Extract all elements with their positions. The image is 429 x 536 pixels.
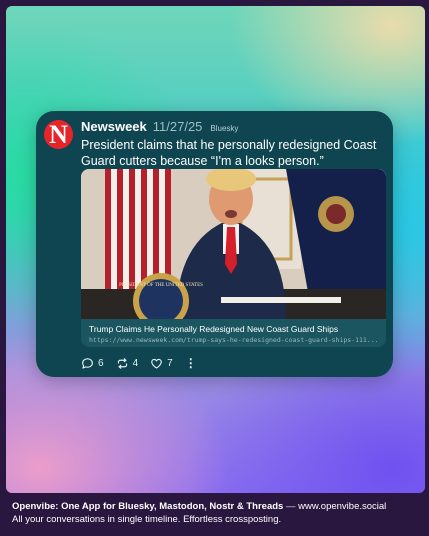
reply-count: 6 xyxy=(98,357,104,369)
like-count: 7 xyxy=(167,357,173,369)
link-url[interactable]: https://www.newsweek.com/trump-says-he-r… xyxy=(89,336,381,344)
footer-brand: Openvibe: One App for Bluesky, Mastodon,… xyxy=(12,501,284,512)
link-preview-card[interactable]: PRESIDENT OF THE UNITED STATES Trump Cla… xyxy=(81,169,386,347)
link-title[interactable]: Trump Claims He Personally Redesigned Ne… xyxy=(89,324,381,334)
footer-tagline: All your conversations in single timelin… xyxy=(12,514,282,525)
post-actions: 6 4 7 ⋮ xyxy=(81,355,197,371)
seal-text: PRESIDENT OF THE UNITED STATES xyxy=(119,283,203,288)
post-header: Newsweek 11/27/25 Bluesky xyxy=(81,119,238,134)
footer-line-1: Openvibe: One App for Bluesky, Mastodon,… xyxy=(12,500,422,513)
post-date: 11/27/25 xyxy=(152,119,203,134)
reply-icon xyxy=(82,357,93,369)
footer-site-link[interactable]: www.openvibe.social xyxy=(298,501,386,512)
post-card[interactable]: N Newsweek 11/27/25 Bluesky President cl… xyxy=(36,111,393,377)
repost-icon xyxy=(117,357,127,369)
footer: Openvibe: One App for Bluesky, Mastodon,… xyxy=(12,500,422,526)
post-text: President claims that he personally rede… xyxy=(81,138,377,168)
heart-icon xyxy=(151,358,162,369)
like-button[interactable]: 7 xyxy=(150,357,173,370)
repost-button[interactable]: 4 xyxy=(116,357,139,370)
network-label: Bluesky xyxy=(210,124,239,133)
author-name[interactable]: Newsweek xyxy=(81,119,147,134)
repost-count: 4 xyxy=(132,357,139,369)
preview-image: PRESIDENT OF THE UNITED STATES xyxy=(81,169,386,319)
avatar[interactable]: N xyxy=(44,120,73,149)
more-vertical-icon[interactable]: ⋮ xyxy=(185,357,197,369)
reply-button[interactable]: 6 xyxy=(81,357,104,370)
footer-separator: — xyxy=(283,501,299,512)
